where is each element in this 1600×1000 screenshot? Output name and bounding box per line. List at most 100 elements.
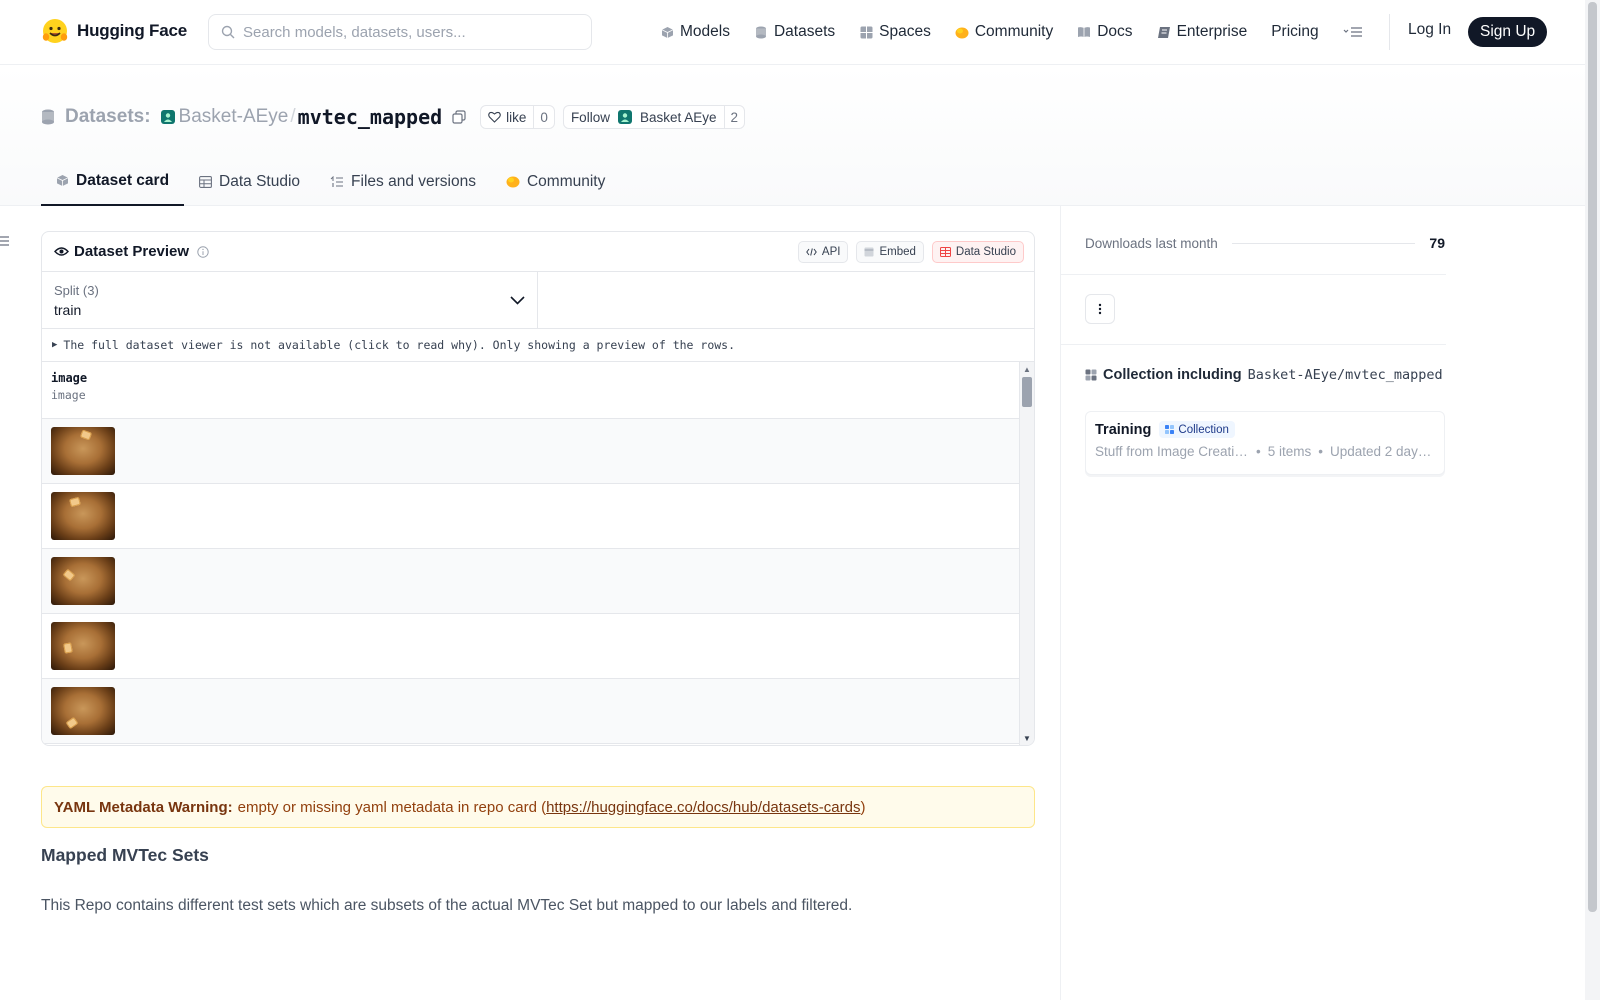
image-thumbnail[interactable] — [51, 557, 115, 605]
info-icon[interactable] — [197, 245, 209, 258]
repo-tabs: Dataset card Data Studio Files and versi… — [41, 157, 620, 206]
repo-header: Datasets: Basket-AEye / mvtec_mapped lik… — [0, 65, 1585, 206]
hand-icon — [955, 25, 969, 39]
sidebar-divider — [1061, 344, 1446, 345]
warning-close-paren: ) — [860, 798, 866, 816]
column-name: image — [51, 371, 88, 385]
tab-dataset-card[interactable]: Dataset card — [41, 157, 185, 206]
login-link[interactable]: Log In — [1408, 21, 1451, 39]
preview-header: Dataset Preview API Embed Data Studio — [42, 232, 1034, 272]
hugging-face-logo-icon — [42, 19, 68, 43]
like-count[interactable]: 0 — [533, 106, 554, 128]
copy-icon[interactable] — [450, 108, 468, 126]
follow-pill: Follow Basket AEye 2 — [562, 105, 746, 129]
nav-links: Models Datasets Spaces Community Docs En… — [660, 18, 1363, 46]
cube-icon — [56, 175, 69, 186]
column-header-image[interactable]: image image — [42, 362, 1020, 419]
nav-docs-label: Docs — [1097, 23, 1133, 40]
embed-label: Embed — [879, 246, 916, 258]
scroll-up-icon[interactable]: ▲ — [1023, 365, 1031, 374]
right-sidebar: Downloads last month 79 Collection inclu… — [1060, 206, 1585, 1000]
repo-name[interactable]: mvtec_mapped — [298, 105, 443, 129]
nav-spaces-label: Spaces — [879, 23, 931, 40]
org-name: Basket-AEye — [178, 106, 289, 127]
like-label: like — [506, 109, 527, 125]
page-scrollbar[interactable] — [1585, 0, 1600, 1000]
table-scrollbar[interactable]: ▲ ▼ — [1019, 362, 1034, 745]
downloads-label: Downloads last month — [1085, 235, 1218, 251]
org-link[interactable]: Basket-AEye — [160, 106, 289, 128]
collections-heading: Collection including Basket-AEye/mvtec_m… — [1085, 367, 1443, 383]
collections-heading-text: Collection including — [1103, 367, 1242, 383]
embed-button[interactable]: Embed — [856, 241, 924, 263]
chevron-down-icon — [510, 296, 525, 305]
image-thumbnail[interactable] — [51, 687, 115, 735]
eye-icon — [54, 247, 69, 256]
table-row — [42, 419, 1020, 484]
split-value: train — [54, 302, 82, 318]
api-button[interactable]: API — [797, 241, 849, 263]
preview-actions: API Embed Data Studio — [797, 241, 1024, 263]
vertical-dots-icon — [1098, 303, 1102, 315]
follow-button[interactable]: Follow Basket AEye — [564, 106, 724, 128]
search-box[interactable] — [208, 14, 592, 50]
collection-icon — [1085, 369, 1097, 381]
image-thumbnail[interactable] — [51, 492, 115, 540]
nav-pricing[interactable]: Pricing — [1271, 23, 1318, 41]
nav-pricing-label: Pricing — [1271, 23, 1319, 40]
image-thumbnail[interactable] — [51, 427, 115, 475]
data-studio-label: Data Studio — [955, 246, 1016, 258]
nav-models[interactable]: Models — [660, 23, 730, 41]
more-menu-icon — [1343, 25, 1363, 39]
collections-heading-repo: Basket-AEye/mvtec_mapped — [1247, 367, 1443, 383]
top-navbar: Hugging Face Models Datasets Spaces — [0, 0, 1585, 65]
nav-more-menu[interactable] — [1343, 25, 1363, 39]
scrollbar-thumb[interactable] — [1022, 377, 1032, 407]
collection-title-row: Training Collection — [1095, 421, 1435, 438]
follow-label: Follow — [570, 109, 610, 125]
collection-meta: Stuff from Image Creation • 5 items • Up… — [1095, 444, 1435, 459]
sidebar-toggle-icon[interactable] — [0, 234, 10, 248]
tab-files-label: Files and versions — [351, 172, 476, 190]
viewer-notice-text: The full dataset viewer is not available… — [63, 338, 736, 352]
viewer-notice[interactable]: ▶ The full dataset viewer is not availab… — [42, 329, 1034, 362]
brand-home-link[interactable]: Hugging Face — [41, 17, 187, 45]
collection-title: Training — [1095, 421, 1152, 438]
nav-docs[interactable]: Docs — [1077, 23, 1133, 41]
embed-icon — [864, 247, 874, 257]
collection-card[interactable]: Training Collection Stuff from Image Cre… — [1085, 411, 1445, 475]
card-heading: Mapped MVTec Sets — [41, 845, 209, 865]
collection-updated: Updated 2 days ago — [1330, 444, 1435, 459]
datasets-cards-docs-link[interactable]: https://huggingface.co/docs/hub/datasets… — [546, 799, 860, 816]
sidebar-divider — [1061, 274, 1446, 275]
page-scrollbar-thumb[interactable] — [1588, 2, 1597, 912]
nav-datasets[interactable]: Datasets — [754, 23, 835, 41]
data-studio-button[interactable]: Data Studio — [931, 241, 1024, 263]
like-button[interactable]: like — [481, 106, 533, 128]
repo-title-row: Datasets: Basket-AEye / mvtec_mapped lik… — [41, 103, 746, 131]
nav-spaces[interactable]: Spaces — [859, 23, 931, 41]
table-row — [42, 549, 1020, 614]
warning-text: empty or missing yaml metadata in repo c… — [237, 798, 547, 816]
downloads-stat: Downloads last month 79 — [1085, 235, 1445, 251]
search-input[interactable] — [243, 23, 573, 41]
signup-button[interactable]: Sign Up — [1468, 17, 1548, 47]
nav-enterprise[interactable]: Enterprise — [1157, 23, 1247, 41]
tab-community[interactable]: Community — [491, 157, 620, 206]
card-paragraph: This Repo contains different test sets w… — [41, 897, 853, 914]
book-icon — [1077, 25, 1091, 39]
section-label: Datasets: — [65, 106, 151, 127]
tab-data-studio[interactable]: Data Studio — [184, 157, 315, 206]
split-select[interactable]: Split (3) train — [42, 272, 538, 328]
tab-files-and-versions[interactable]: Files and versions — [315, 157, 491, 206]
table-rows — [42, 419, 1034, 744]
image-thumbnail[interactable] — [51, 622, 115, 670]
follower-count[interactable]: 2 — [723, 106, 745, 128]
dataset-preview-panel: Dataset Preview API Embed Data Studio Sp… — [41, 231, 1035, 746]
column-type: image — [51, 388, 86, 402]
nav-separator — [1389, 14, 1390, 50]
scroll-down-icon[interactable]: ▼ — [1023, 734, 1031, 743]
collection-badge: Collection — [1159, 421, 1235, 438]
more-options-button[interactable] — [1085, 294, 1115, 324]
nav-community[interactable]: Community — [955, 23, 1053, 41]
